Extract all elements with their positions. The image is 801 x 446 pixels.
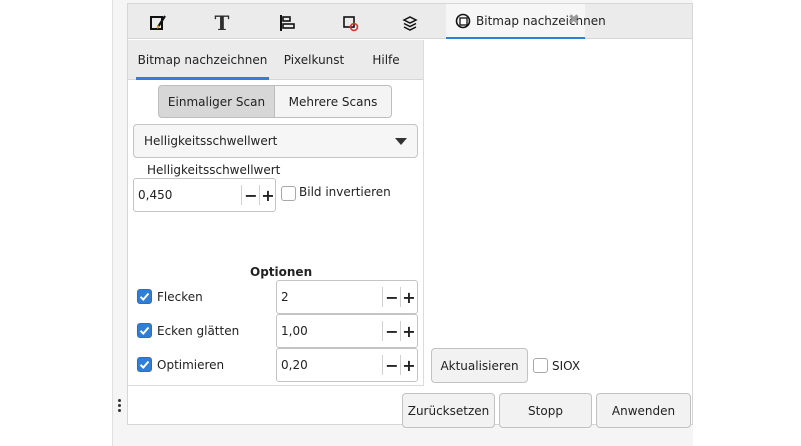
stop-button[interactable]: Stopp [499, 393, 592, 428]
apply-button[interactable]: Anwenden [596, 393, 691, 428]
detection-mode-value: Helligkeitsschwellwert [144, 134, 278, 148]
reset-button[interactable]: Zurücksetzen [402, 393, 495, 428]
trace-bitmap-icon [455, 13, 471, 32]
layers-tool-icon[interactable] [394, 10, 426, 36]
siox-checkbox[interactable] [533, 358, 548, 373]
siox-label: SIOX [552, 359, 581, 373]
tab-help[interactable]: Hilfe [360, 40, 412, 80]
tab-trace-bitmap-inner[interactable]: Bitmap nachzeichnen [136, 40, 269, 80]
threshold-decrement-button[interactable]: − [242, 179, 260, 211]
update-preview-button[interactable]: Aktualisieren [431, 348, 528, 383]
speckles-decrement-button[interactable]: − [383, 281, 401, 313]
options-heading: Optionen [250, 265, 313, 279]
threshold-label: Helligkeitsschwellwert [147, 163, 281, 177]
multiple-scans-button[interactable]: Mehrere Scans [275, 85, 392, 118]
optimize-label: Optimieren [157, 358, 225, 372]
single-scan-button[interactable]: Einmaliger Scan [158, 85, 275, 118]
speckles-value[interactable]: 2 [281, 290, 289, 304]
smooth-corners-stepper[interactable]: 1,00 − + [276, 314, 418, 348]
smooth-corners-decrement-button[interactable]: − [383, 315, 401, 347]
smooth-corners-increment-button[interactable]: + [400, 315, 418, 347]
speckles-increment-button[interactable]: + [400, 281, 418, 313]
speckles-checkbox[interactable] [137, 289, 152, 304]
optimize-decrement-button[interactable]: − [383, 349, 401, 381]
smooth-corners-label: Ecken glätten [157, 324, 240, 338]
align-tool-icon[interactable] [271, 10, 303, 36]
trace-notebook-tabs: Bitmap nachzeichnen Pixelkunst Hilfe [128, 40, 423, 80]
invert-image-label: Bild invertieren [299, 185, 391, 199]
transform-tool-icon[interactable] [334, 10, 366, 36]
speckles-stepper[interactable]: 2 − + [276, 280, 418, 314]
tab-trace-bitmap[interactable]: Bitmap nachzeichnen ✖ [446, 4, 606, 40]
threshold-value[interactable]: 0,450 [138, 188, 172, 202]
text-tool-icon[interactable]: T [206, 10, 238, 36]
smooth-corners-value[interactable]: 1,00 [281, 324, 308, 338]
tab-pixel-art[interactable]: Pixelkunst [278, 40, 350, 80]
optimize-value[interactable]: 0,20 [281, 358, 308, 372]
dock-tab-bar: T Bitmap nachzeichnen ✖ [127, 3, 693, 40]
threshold-increment-button[interactable]: + [259, 179, 277, 211]
optimize-stepper[interactable]: 0,20 − + [276, 348, 418, 382]
fill-stroke-tool-icon[interactable] [142, 10, 174, 36]
speckles-label: Flecken [157, 290, 203, 304]
panel-menu-handle-icon[interactable] [116, 398, 122, 414]
tab-trace-bitmap-label: Bitmap nachzeichnen [476, 14, 606, 28]
optimize-checkbox[interactable] [137, 357, 152, 372]
optimize-increment-button[interactable]: + [400, 349, 418, 381]
invert-image-checkbox[interactable] [281, 186, 296, 201]
threshold-stepper[interactable]: 0,450 − + [133, 178, 276, 212]
smooth-corners-checkbox[interactable] [137, 323, 152, 338]
close-icon[interactable]: ✖ [568, 12, 580, 28]
detection-mode-select[interactable]: Helligkeitsschwellwert [133, 124, 418, 158]
dropdown-arrow-icon [395, 138, 407, 145]
